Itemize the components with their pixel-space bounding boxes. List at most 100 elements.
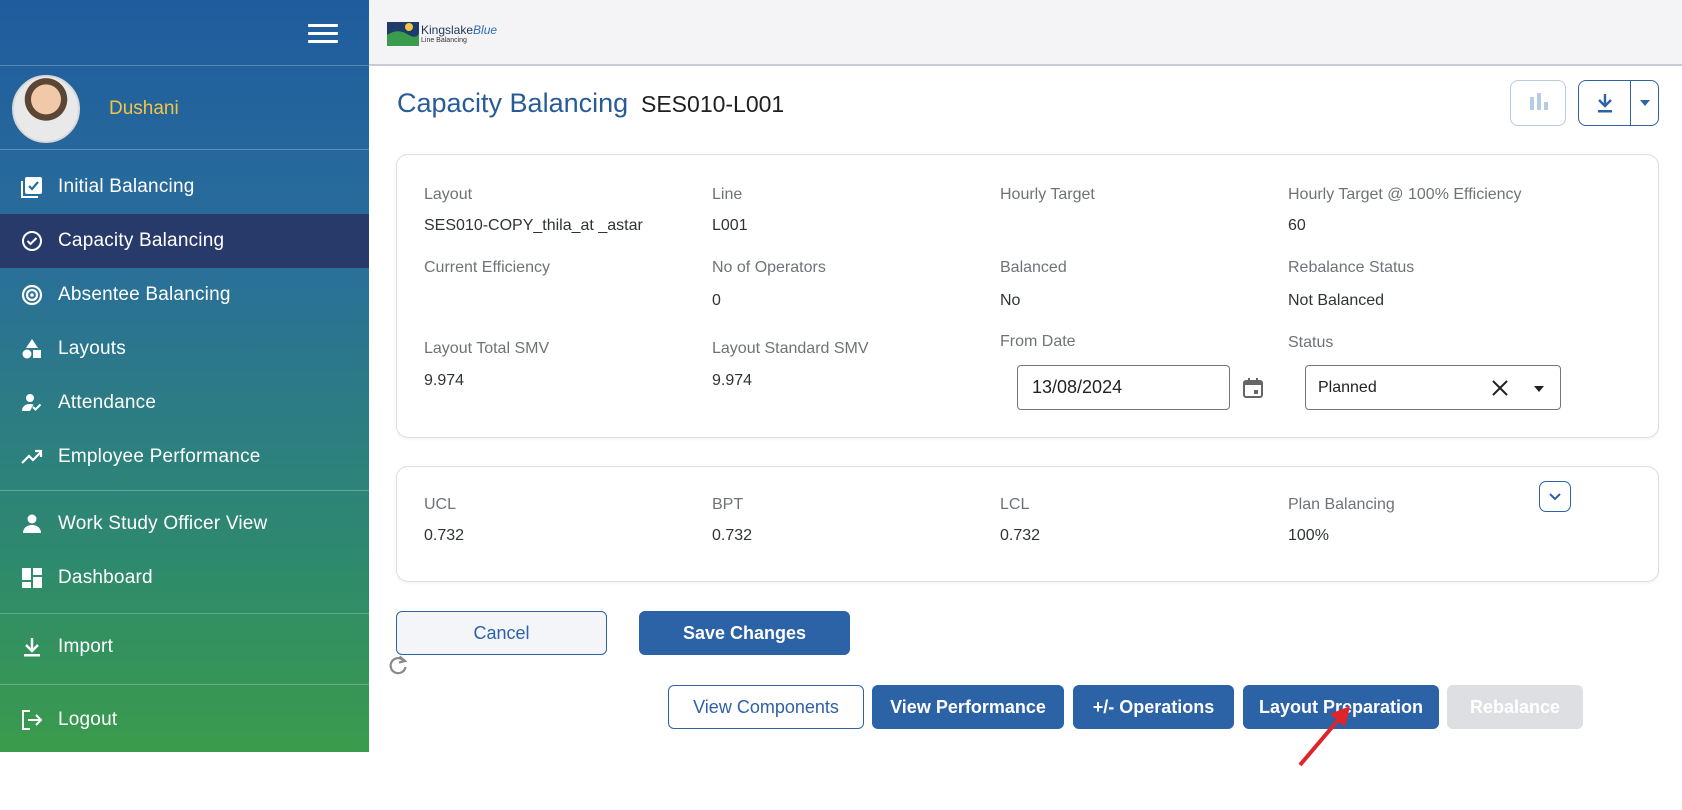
bpt-value: 0.732 (712, 527, 753, 544)
sidebar-item-label: Absentee Balancing (58, 284, 231, 305)
target-icon (20, 283, 44, 307)
bpt-label: BPT (712, 496, 744, 513)
ucl-value: 0.732 (424, 527, 465, 544)
clear-icon[interactable] (1490, 378, 1510, 398)
hourly-target-100-value: 60 (1288, 217, 1306, 234)
sidebar-item-label: Employee Performance (58, 446, 261, 467)
sidebar-divider (0, 684, 369, 685)
from-date-value: 13/08/2024 (1032, 377, 1123, 397)
bar-chart-icon (1530, 93, 1548, 110)
sidebar-item-label: Layouts (58, 338, 126, 359)
rebalance-status-label: Rebalance Status (1288, 259, 1415, 276)
sidebar-divider (0, 613, 369, 614)
sidebar-item-attendance[interactable]: Attendance (0, 376, 369, 430)
operators-value: 0 (712, 292, 721, 309)
hourly-target-label: Hourly Target (1000, 186, 1095, 203)
app-logo[interactable]: KingslakeBlue Line Balancing (387, 20, 507, 50)
hourly-target-100-label: Hourly Target @ 100% Efficiency (1288, 186, 1522, 203)
layout-code: SES010-L001 (641, 91, 785, 117)
standard-smv-value: 9.974 (712, 372, 753, 389)
user-name: Dushani (109, 98, 179, 119)
layout-label: Layout (424, 186, 473, 203)
download-button[interactable] (1579, 81, 1631, 125)
status-select[interactable]: Planned (1305, 365, 1561, 410)
download-icon (1597, 94, 1612, 113)
line-label: Line (712, 186, 743, 203)
page-title: Capacity Balancing (397, 88, 629, 118)
view-components-button[interactable]: View Components (668, 685, 864, 729)
sidebar-item-label: Import (58, 636, 114, 657)
sidebar-item-label: Work Study Officer View (58, 513, 268, 534)
user-profile: Dushani (0, 66, 369, 150)
ucl-label: UCL (424, 496, 457, 513)
sidebar-item-dashboard[interactable]: Dashboard (0, 551, 369, 605)
sidebar-item-employee-performance[interactable]: Employee Performance (0, 430, 369, 484)
cancel-button[interactable]: Cancel (396, 611, 607, 655)
sidebar-header (0, 0, 369, 66)
operations-button[interactable]: +/- Operations (1073, 685, 1234, 729)
status-value: Planned (1318, 379, 1377, 396)
top-bar: KingslakeBlue Line Balancing (369, 0, 1682, 66)
sidebar-item-import[interactable]: Import (0, 620, 369, 674)
save-changes-button[interactable]: Save Changes (639, 611, 850, 655)
trending-up-icon (20, 445, 44, 469)
total-smv-label: Layout Total SMV (424, 340, 550, 357)
avatar[interactable] (12, 75, 80, 143)
status-label: Status (1288, 334, 1334, 351)
download-split-button[interactable] (1578, 80, 1659, 126)
logout-icon (20, 708, 44, 732)
balanced-label: Balanced (1000, 259, 1067, 276)
dashboard-icon (20, 566, 44, 590)
refresh-icon[interactable] (387, 654, 409, 676)
main-content: Capacity Balancing SES010-L001 Layout SE… (369, 68, 1682, 752)
person-check-icon (20, 391, 44, 415)
line-value: L001 (712, 217, 748, 234)
sidebar-item-initial-balancing[interactable]: Initial Balancing (0, 160, 369, 214)
sidebar-item-label: Logout (58, 709, 118, 730)
sidebar-item-layouts[interactable]: Layouts (0, 322, 369, 376)
sidebar-item-capacity-balancing[interactable]: Capacity Balancing (0, 214, 369, 268)
from-date-label: From Date (1000, 333, 1076, 350)
logo-text: KingslakeBlue (421, 23, 498, 37)
sidebar-item-label: Initial Balancing (58, 176, 195, 197)
rebalance-status-value: Not Balanced (1288, 292, 1385, 309)
logo-icon (387, 22, 419, 46)
sidebar-item-absentee-balancing[interactable]: Absentee Balancing (0, 268, 369, 322)
sidebar-item-label: Attendance (58, 392, 157, 413)
check-circle-icon (20, 229, 44, 253)
sidebar-item-logout[interactable]: Logout (0, 693, 369, 747)
download-icon (20, 635, 44, 659)
balanced-value: No (1000, 292, 1021, 309)
checklist-icon (20, 175, 44, 199)
sidebar: Dushani Initial Balancing Capacity Balan… (0, 0, 369, 752)
sidebar-item-work-study-officer-view[interactable]: Work Study Officer View (0, 497, 369, 551)
view-performance-button[interactable]: View Performance (872, 685, 1064, 729)
expand-button[interactable] (1539, 481, 1571, 512)
chart-button[interactable] (1510, 80, 1566, 126)
plan-balancing-value: 100% (1288, 527, 1329, 544)
total-smv-value: 9.974 (424, 372, 465, 389)
plan-balancing-label: Plan Balancing (1288, 496, 1395, 513)
download-dropdown-toggle[interactable] (1631, 81, 1658, 125)
chevron-down-icon[interactable] (1534, 386, 1544, 392)
hamburger-menu-icon[interactable] (308, 24, 338, 44)
calendar-icon[interactable] (1242, 377, 1264, 399)
current-efficiency-label: Current Efficiency (424, 259, 550, 276)
annotation-arrow-icon (1298, 706, 1350, 767)
layout-value: SES010-COPY_thila_at _astar (424, 217, 643, 234)
from-date-input[interactable]: 13/08/2024 (1017, 365, 1230, 410)
standard-smv-label: Layout Standard SMV (712, 340, 869, 357)
logo-subtitle: Line Balancing (421, 37, 467, 44)
rebalance-button[interactable]: Rebalance (1447, 685, 1583, 729)
lcl-label: LCL (1000, 496, 1030, 513)
lcl-value: 0.732 (1000, 527, 1041, 544)
limits-card: UCL 0.732 BPT 0.732 LCL 0.732 Plan Balan… (396, 466, 1659, 582)
sidebar-divider (0, 490, 369, 491)
sidebar-item-label: Capacity Balancing (58, 230, 225, 251)
operators-label: No of Operators (712, 259, 826, 276)
chevron-down-icon (1639, 100, 1650, 106)
shapes-icon (20, 337, 44, 361)
person-icon (20, 512, 44, 536)
sidebar-item-label: Dashboard (58, 567, 153, 588)
chevron-down-icon (1549, 492, 1561, 500)
